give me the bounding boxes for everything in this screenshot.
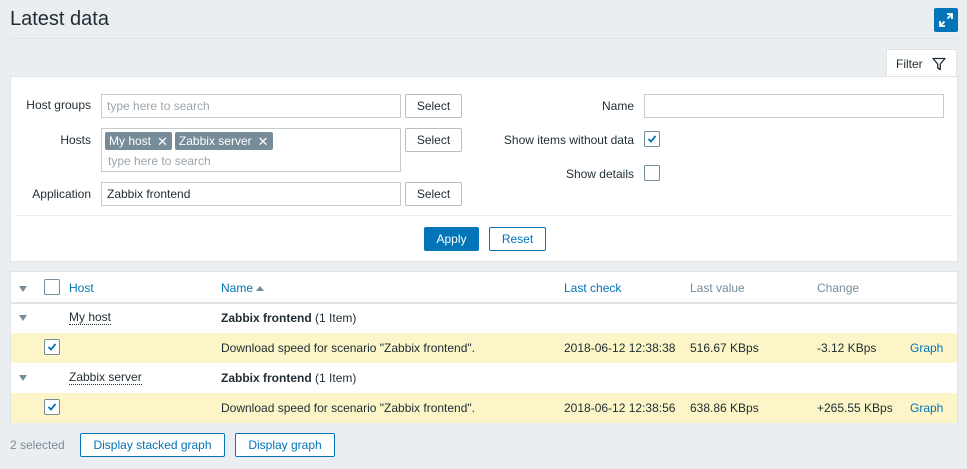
host-tag-my-host: My host ✕ bbox=[105, 132, 172, 150]
hosts-multiselect[interactable]: My host ✕ Zabbix server ✕ type here to s… bbox=[101, 128, 401, 172]
host-groups-select-button[interactable]: Select bbox=[405, 94, 462, 118]
group-application: Zabbix frontend (1 Item) bbox=[221, 311, 356, 325]
checkmark-icon bbox=[647, 135, 657, 143]
display-graph-button[interactable]: Display graph bbox=[235, 433, 335, 457]
reset-button[interactable]: Reset bbox=[489, 227, 546, 251]
fullscreen-icon bbox=[939, 13, 953, 27]
application-value: Zabbix frontend bbox=[107, 187, 191, 201]
group-application: Zabbix frontend (1 Item) bbox=[221, 371, 356, 385]
graph-link[interactable]: Graph bbox=[910, 341, 943, 355]
select-all-checkbox[interactable] bbox=[44, 279, 60, 295]
application-label: Application bbox=[32, 187, 91, 201]
item-last-check: 2018-06-12 12:38:56 bbox=[564, 401, 676, 415]
host-tag-label: My host bbox=[109, 134, 152, 148]
filter-tab-label: Filter bbox=[896, 56, 923, 71]
collapse-all-toggle-icon[interactable] bbox=[19, 286, 27, 292]
tab-filter[interactable]: Filter bbox=[886, 49, 957, 77]
hosts-label: Hosts bbox=[60, 133, 91, 147]
hosts-placeholder: type here to search bbox=[108, 154, 211, 168]
column-header-change: Change bbox=[817, 281, 860, 295]
item-count: (1 Item) bbox=[315, 311, 357, 325]
column-header-host[interactable]: Host bbox=[69, 281, 94, 295]
host-tag-label: Zabbix server bbox=[178, 134, 252, 148]
table-row bbox=[11, 393, 957, 423]
remove-tag-icon[interactable]: ✕ bbox=[157, 135, 168, 148]
column-header-name-label: Name bbox=[221, 281, 254, 295]
collapse-group-toggle-icon[interactable] bbox=[19, 315, 27, 321]
application-name: Zabbix frontend bbox=[221, 371, 312, 385]
show-items-without-data-checkbox[interactable] bbox=[644, 131, 660, 147]
table-row bbox=[11, 333, 957, 363]
host-groups-input[interactable]: type here to search bbox=[101, 94, 401, 118]
checkmark-icon bbox=[47, 343, 57, 351]
column-header-last-value: Last value bbox=[690, 281, 745, 295]
hosts-select-button[interactable]: Select bbox=[405, 128, 462, 152]
checkmark-icon bbox=[47, 403, 57, 411]
item-change: -3.12 KBps bbox=[817, 341, 877, 355]
graph-link[interactable]: Graph bbox=[910, 401, 943, 415]
application-select-button[interactable]: Select bbox=[405, 182, 462, 206]
host-groups-placeholder: type here to search bbox=[107, 99, 210, 113]
show-details-label: Show details bbox=[565, 167, 634, 181]
item-checkbox[interactable] bbox=[44, 339, 60, 355]
item-name: Download speed for scenario "Zabbix fron… bbox=[221, 401, 475, 415]
table-header-divider bbox=[11, 302, 957, 304]
column-header-name[interactable]: Name bbox=[221, 281, 265, 295]
item-last-value: 516.67 KBps bbox=[690, 341, 759, 355]
item-last-value: 638.86 KBps bbox=[690, 401, 759, 415]
application-input[interactable]: Zabbix frontend bbox=[101, 182, 401, 206]
fullscreen-button[interactable] bbox=[934, 8, 958, 32]
column-header-last-check[interactable]: Last check bbox=[564, 281, 621, 295]
funnel-icon bbox=[932, 57, 946, 70]
filter-divider bbox=[15, 215, 953, 216]
item-count: (1 Item) bbox=[315, 371, 357, 385]
page-title: Latest data bbox=[10, 8, 109, 30]
sort-ascending-icon bbox=[256, 286, 265, 291]
host-groups-label: Host groups bbox=[26, 98, 91, 112]
title-divider bbox=[10, 38, 957, 39]
selected-count: 2 selected bbox=[10, 438, 65, 452]
item-last-check: 2018-06-12 12:38:38 bbox=[564, 341, 676, 355]
item-checkbox[interactable] bbox=[44, 399, 60, 415]
application-name: Zabbix frontend bbox=[221, 311, 312, 325]
collapse-group-toggle-icon[interactable] bbox=[19, 375, 27, 381]
name-label: Name bbox=[601, 99, 634, 113]
item-change: +265.55 KBps bbox=[817, 401, 893, 415]
item-name: Download speed for scenario "Zabbix fron… bbox=[221, 341, 475, 355]
name-input[interactable] bbox=[644, 94, 944, 118]
host-tag-zabbix-server: Zabbix server ✕ bbox=[174, 132, 273, 150]
show-items-without-data-label: Show items without data bbox=[503, 133, 634, 147]
apply-button[interactable]: Apply bbox=[424, 227, 479, 251]
show-details-checkbox[interactable] bbox=[644, 165, 660, 181]
remove-tag-icon[interactable]: ✕ bbox=[258, 135, 269, 148]
host-link[interactable]: My host bbox=[69, 311, 112, 325]
host-link[interactable]: Zabbix server bbox=[69, 371, 142, 385]
display-stacked-graph-button[interactable]: Display stacked graph bbox=[80, 433, 225, 457]
